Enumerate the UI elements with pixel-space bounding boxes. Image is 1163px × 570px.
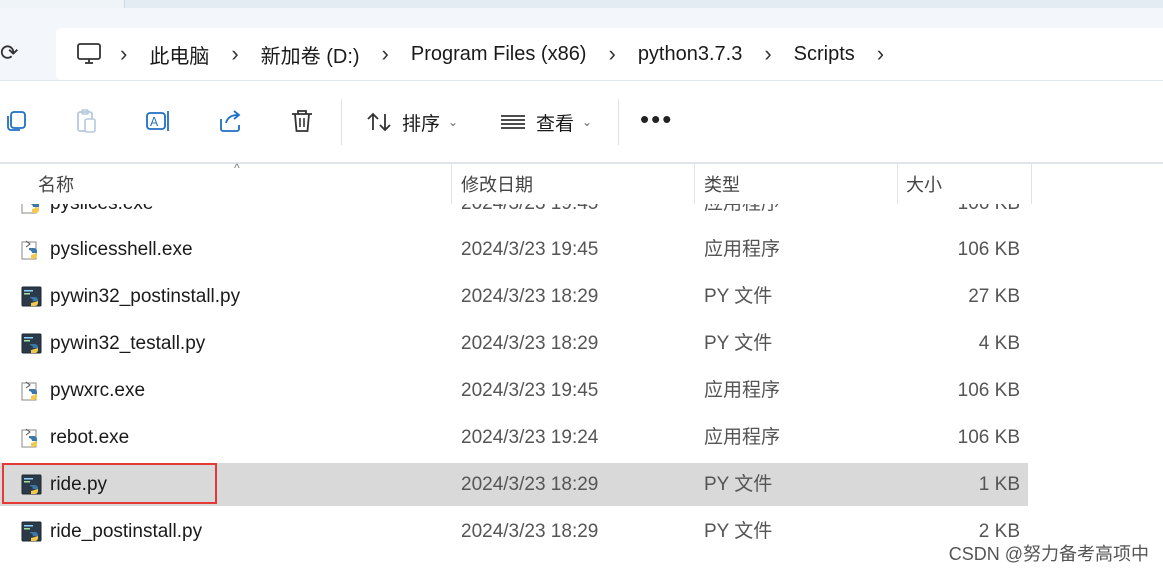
sort-ascending-icon: ^ (234, 161, 240, 175)
file-date: 2024/3/23 19:45 (461, 204, 598, 225)
copy-icon[interactable] (2, 107, 30, 135)
python-exe-icon (21, 240, 37, 260)
share-icon[interactable] (216, 107, 244, 135)
more-options-button[interactable]: ••• (640, 106, 673, 132)
python-script-icon (21, 286, 42, 307)
view-icon (501, 115, 525, 129)
file-type: PY 文件 (704, 474, 773, 495)
column-header-date[interactable]: 修改日期 (461, 164, 533, 204)
breadcrumb-this-pc[interactable]: 此电脑 (139, 40, 219, 69)
table-row[interactable]: ride_postinstall.py 2024/3/23 18:29 PY 文件 2… (0, 510, 1028, 553)
column-header-size[interactable]: 大小 (906, 164, 942, 204)
chevron-down-icon: ⌄ (448, 115, 459, 129)
file-date: 2024/3/23 19:45 (461, 380, 599, 401)
file-size: 106 KB (957, 239, 1020, 260)
chevron-right-icon[interactable]: › (108, 41, 139, 67)
chevron-right-icon[interactable]: › (596, 41, 627, 67)
table-row[interactable]: pywxrc.exe 2024/3/23 19:45 应用程序 106 KB (0, 369, 1028, 412)
toolbar-divider (618, 99, 619, 145)
file-size: 106 KB (957, 427, 1020, 448)
file-name[interactable]: pywxrc.exe (50, 369, 145, 412)
file-type: 应用程序 (704, 380, 781, 401)
file-size: 1 KB (978, 474, 1020, 495)
column-divider[interactable] (451, 164, 452, 204)
sort-label: 排序 (402, 113, 441, 135)
file-size: 27 KB (968, 286, 1020, 307)
watermark: CSDN @努力备考高项中 (948, 544, 1149, 564)
view-label: 查看 (536, 113, 575, 135)
file-size: 4 KB (978, 333, 1020, 354)
title-strip (0, 0, 1163, 8)
file-date: 2024/3/23 18:29 (461, 521, 599, 542)
chevron-right-icon[interactable]: › (219, 41, 250, 67)
column-divider[interactable] (1031, 164, 1032, 204)
svg-text:A: A (150, 115, 159, 129)
file-date: 2024/3/23 18:29 (461, 474, 599, 495)
file-name[interactable]: pywin32_testall.py (50, 322, 205, 365)
file-date: 2024/3/23 18:29 (461, 333, 599, 354)
file-size: 106 KB (957, 380, 1020, 401)
breadcrumb[interactable]: › 此电脑 › 新加卷 (D:) › Program Files (x86) ›… (56, 28, 1163, 80)
file-date: 2024/3/23 19:24 (461, 427, 599, 448)
delete-icon[interactable] (288, 107, 316, 135)
breadcrumb-program-files[interactable]: Program Files (x86) (401, 43, 597, 66)
file-name[interactable]: ride_postinstall.py (50, 510, 202, 553)
file-name[interactable]: pyslices.exe (50, 204, 154, 225)
chevron-right-icon[interactable]: › (370, 41, 401, 67)
chevron-right-icon[interactable]: › (865, 41, 896, 67)
breadcrumb-drive-d[interactable]: 新加卷 (D:) (251, 40, 370, 69)
sort-button[interactable]: 排序 ⌄ (366, 107, 458, 137)
paste-icon[interactable] (72, 107, 100, 135)
file-name[interactable]: rebot.exe (50, 416, 129, 459)
file-date: 2024/3/23 18:29 (461, 286, 599, 307)
table-row[interactable]: pyslices.exe 2024/3/23 19:45 应用程序 106 KB (0, 204, 1028, 225)
address-row: ⟳ › 此电脑 › 新加卷 (D:) › Program Files (x86)… (0, 8, 1163, 80)
file-type: 应用程序 (704, 427, 781, 448)
file-type: PY 文件 (704, 521, 773, 542)
python-script-icon (21, 521, 42, 542)
header-divider (0, 162, 1163, 164)
sort-icon (367, 112, 391, 132)
breadcrumb-python[interactable]: python3.7.3 (628, 43, 753, 66)
python-exe-icon (21, 428, 37, 448)
file-name[interactable]: pyslicesshell.exe (50, 228, 193, 271)
refresh-icon[interactable]: ⟳ (0, 40, 22, 66)
annotation-highlight-box (2, 463, 217, 504)
file-type: PY 文件 (704, 333, 773, 354)
file-type: 应用程序 (704, 239, 781, 260)
column-divider[interactable] (694, 164, 695, 204)
table-row[interactable]: rebot.exe 2024/3/23 19:24 应用程序 106 KB (0, 416, 1028, 459)
chevron-down-icon: ⌄ (582, 115, 593, 129)
file-name[interactable]: pywin32_postinstall.py (50, 275, 240, 318)
file-size: 106 KB (958, 204, 1020, 225)
column-header-name[interactable]: 名称 (38, 164, 74, 204)
view-button[interactable]: 查看 ⌄ (500, 107, 592, 137)
toolbar-divider (341, 99, 342, 145)
command-bar: A 排序 ⌄ 查看 ⌄ ••• (0, 80, 1163, 163)
python-exe-icon (21, 381, 37, 401)
table-row[interactable]: pywin32_testall.py 2024/3/23 18:29 PY 文件 4 … (0, 322, 1028, 365)
window-tab[interactable] (124, 0, 1163, 8)
this-pc-icon[interactable] (76, 43, 102, 65)
file-date: 2024/3/23 19:45 (461, 239, 599, 260)
column-divider[interactable] (897, 164, 898, 204)
table-row[interactable]: pywin32_postinstall.py 2024/3/23 18:29 PY … (0, 275, 1028, 318)
file-list: pyslices.exe 2024/3/23 19:45 应用程序 106 KB… (0, 204, 1163, 570)
file-type: 应用程序 (704, 204, 780, 225)
file-type: PY 文件 (704, 286, 773, 307)
chevron-right-icon[interactable]: › (752, 41, 783, 67)
python-exe-icon (21, 204, 39, 214)
table-row[interactable]: pyslicesshell.exe 2024/3/23 19:45 应用程序 106 … (0, 228, 1028, 271)
rename-icon[interactable]: A (144, 107, 172, 135)
breadcrumb-scripts[interactable]: Scripts (784, 43, 865, 66)
column-header-type[interactable]: 类型 (704, 164, 740, 204)
python-script-icon (21, 333, 42, 354)
